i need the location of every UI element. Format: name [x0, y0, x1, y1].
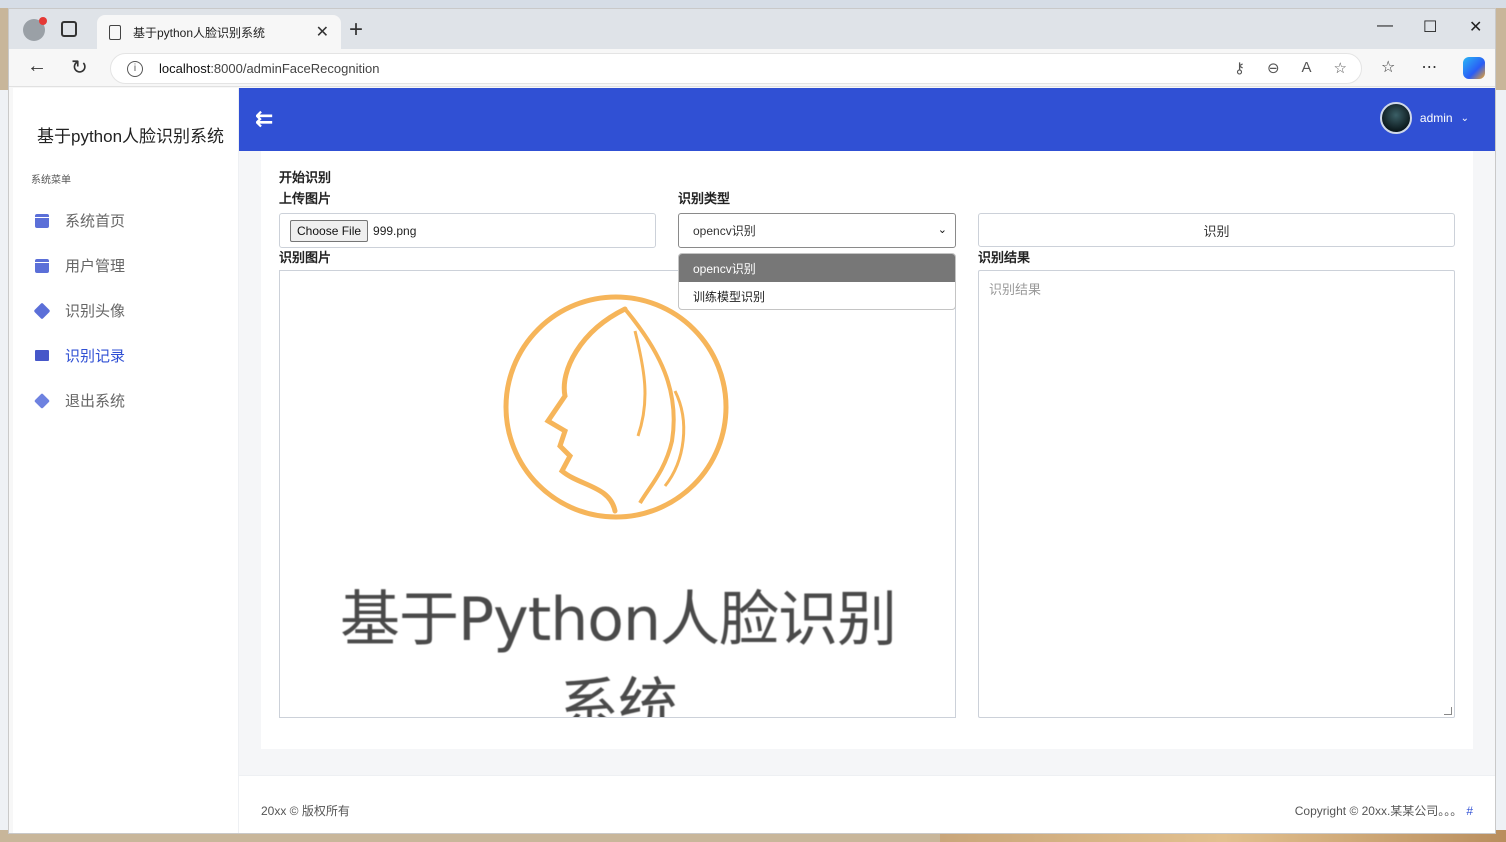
upload-label: 上传图片 — [279, 191, 332, 206]
maximize-icon[interactable]: ☐ — [1423, 17, 1437, 37]
dropdown-option-trained-model[interactable]: 训练模型识别 — [679, 282, 955, 309]
sidebar-item-label: 用户管理 — [65, 258, 126, 275]
sidebar: 基于python人脸识别系统 系统菜单 系统首页 用户管理 识别头像 识别记录 — [13, 88, 239, 833]
browser-tab[interactable]: 基于python人脸识别系统 ✕ — [97, 15, 341, 49]
recognition-type-dropdown: opencv识别 训练模型识别 — [678, 253, 956, 310]
desktop-background-right — [1496, 90, 1506, 830]
sidebar-item-records[interactable]: 识别记录 — [13, 333, 239, 378]
sidebar-item-label: 退出系统 — [65, 393, 126, 410]
sidebar-item-recognize-avatar[interactable]: 识别头像 — [13, 288, 239, 333]
footer-copyright-left: 20xx © 版权所有 — [261, 804, 350, 818]
result-textarea[interactable]: 识别结果 — [978, 270, 1455, 718]
more-menu-icon[interactable]: ⋯ — [1421, 57, 1437, 79]
file-name: 999.png — [373, 223, 417, 238]
sidebar-menu: 系统首页 用户管理 识别头像 识别记录 退出系统 — [13, 198, 239, 423]
info-icon[interactable]: i — [127, 60, 143, 77]
close-tab-icon[interactable]: ✕ — [316, 22, 329, 42]
tab-bar: 基于python人脸识别系统 ✕ + — ☐ ✕ — [9, 9, 1495, 49]
resize-handle-icon[interactable] — [1444, 707, 1452, 715]
back-icon[interactable]: ← — [27, 55, 47, 78]
menu-caption: 系统菜单 — [31, 175, 71, 186]
recognition-image: 基于Python人脸识别系统 — [279, 270, 956, 718]
footer-link[interactable]: # — [1466, 804, 1473, 818]
result-label: 识别结果 — [978, 250, 1031, 265]
copilot-icon[interactable] — [1463, 57, 1486, 79]
username: admin — [1419, 111, 1453, 125]
select-value: opencv识别 — [693, 224, 756, 238]
cube-icon — [33, 302, 51, 319]
menu-toggle-icon[interactable]: ⇇ — [255, 106, 273, 132]
layers-icon — [34, 392, 50, 409]
sidebar-item-home[interactable]: 系统首页 — [13, 198, 239, 243]
sidebar-item-label: 识别记录 — [65, 348, 126, 365]
new-tab-icon[interactable]: + — [349, 16, 363, 44]
sidebar-item-logout[interactable]: 退出系统 — [13, 378, 239, 423]
avatar — [1379, 102, 1412, 134]
favorite-star-icon[interactable]: ☆ — [1334, 59, 1347, 77]
url-text: localhost:8000/adminFaceRecognition — [159, 61, 380, 76]
zoom-out-icon[interactable]: ⊖ — [1267, 59, 1280, 77]
sidebar-item-label: 系统首页 — [65, 213, 126, 230]
app-root: 基于python人脸识别系统 系统菜单 系统首页 用户管理 识别头像 识别记录 — [13, 88, 1495, 833]
recognize-button[interactable]: 识别 — [978, 213, 1455, 247]
chevron-down-icon: ⌄ — [1460, 112, 1469, 124]
recognition-card: 开始识别 上传图片 Choose File 999.png 识别类型 openc… — [261, 151, 1473, 749]
footer-copyright-right: Copyright © 20xx.某某公司。。。 # — [1294, 804, 1473, 818]
browser-window: 基于python人脸识别系统 ✕ + — ☐ ✕ ← ↻ i localhost… — [8, 8, 1496, 834]
sidebar-item-users[interactable]: 用户管理 — [13, 243, 239, 288]
card-title: 开始识别 — [279, 170, 332, 185]
url-actions: ⚷ ⊖ A ☆ — [1234, 59, 1347, 77]
image-caption: 基于Python人脸识别系统 — [340, 585, 897, 718]
screen-icon — [35, 350, 49, 361]
calendar-icon — [35, 258, 49, 273]
chevron-down-icon: ⌄ — [937, 224, 947, 236]
tab-title: 基于python人脸识别系统 — [133, 25, 266, 40]
result-placeholder: 识别结果 — [989, 282, 1042, 297]
top-header: ⇇ admin ⌄ — [239, 88, 1495, 151]
recognition-type-select[interactable]: opencv识别 ⌄ — [678, 213, 956, 248]
minimize-icon[interactable]: — — [1377, 17, 1393, 35]
tab-actions-icon[interactable] — [61, 21, 77, 37]
image-label: 识别图片 — [279, 250, 332, 265]
sidebar-item-label: 识别头像 — [65, 303, 126, 320]
browser-toolbar: ☆ ⋯ — [1381, 57, 1486, 79]
address-bar: ← ↻ i localhost:8000/adminFaceRecognitio… — [9, 49, 1495, 87]
page-icon — [109, 24, 121, 40]
brand-title: 基于python人脸识别系统 — [37, 127, 225, 146]
read-aloud-icon[interactable]: A — [1302, 59, 1312, 77]
main-content: 开始识别 上传图片 Choose File 999.png 识别类型 openc… — [239, 151, 1495, 775]
refresh-icon[interactable]: ↻ — [71, 55, 88, 80]
url-field[interactable]: i localhost:8000/adminFaceRecognition ⚷ … — [110, 53, 1362, 84]
profile-avatar-icon[interactable] — [23, 17, 47, 41]
key-icon[interactable]: ⚷ — [1234, 59, 1245, 77]
choose-file-button[interactable]: Choose File — [290, 219, 369, 242]
desktop-background — [0, 0, 1506, 8]
user-menu[interactable]: admin ⌄ — [1379, 102, 1469, 134]
type-label: 识别类型 — [678, 191, 731, 206]
file-upload-input[interactable]: Choose File 999.png — [279, 213, 656, 248]
footer: 20xx © 版权所有 Copyright © 20xx.某某公司。。。 # — [239, 775, 1495, 833]
dropdown-option-opencv[interactable]: opencv识别 — [679, 254, 955, 282]
favorites-icon[interactable]: ☆ — [1381, 57, 1395, 79]
close-window-icon[interactable]: ✕ — [1469, 17, 1482, 37]
calendar-icon — [35, 213, 49, 228]
